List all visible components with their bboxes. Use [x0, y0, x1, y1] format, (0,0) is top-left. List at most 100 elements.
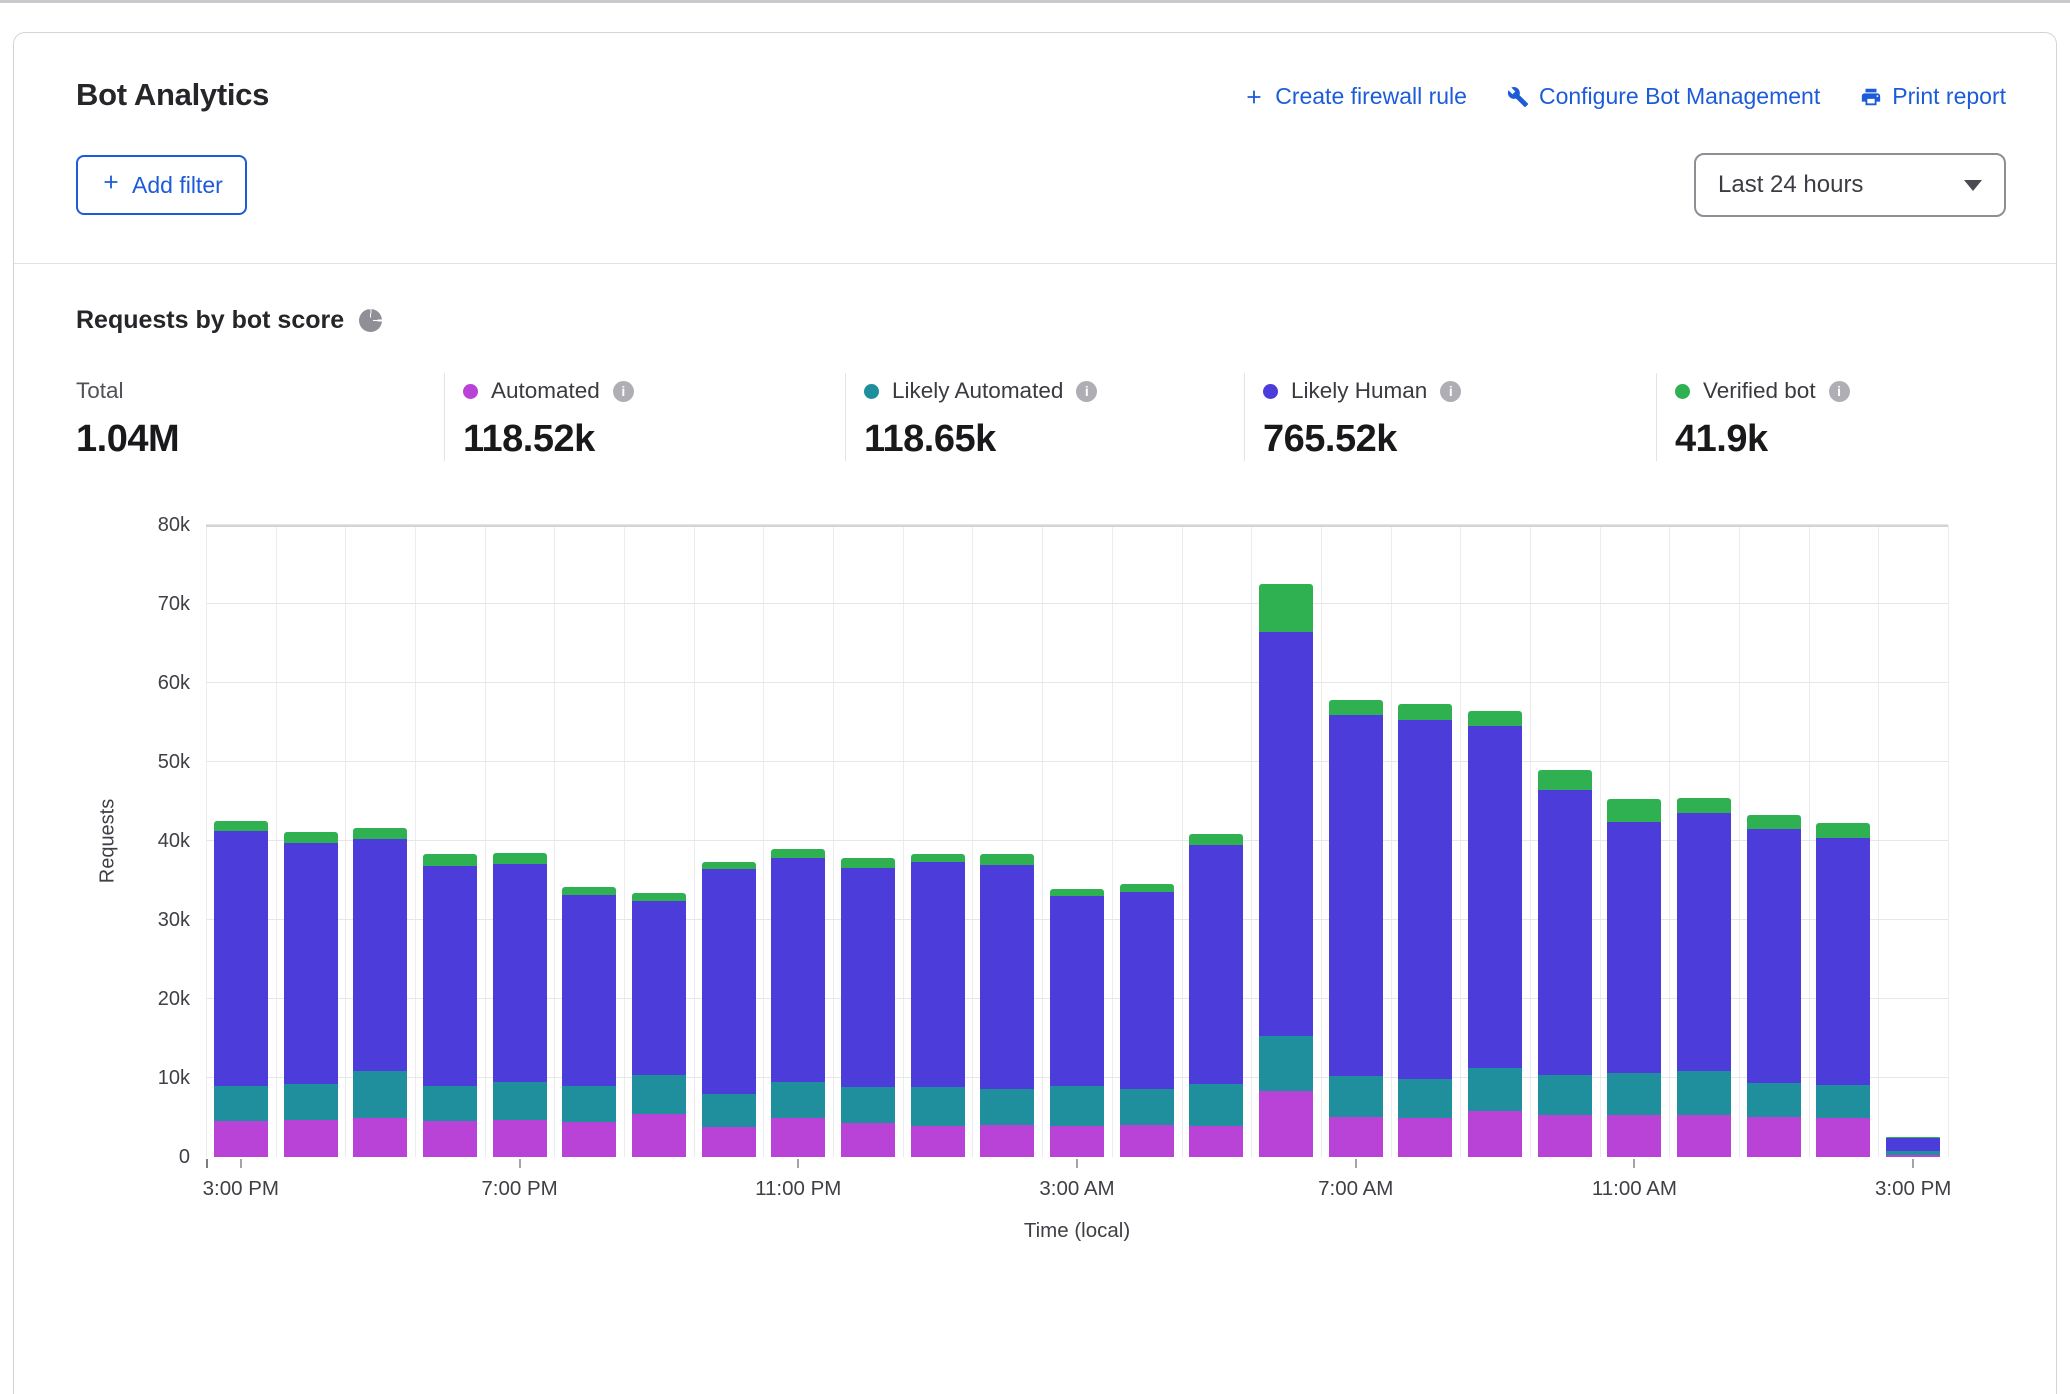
bar[interactable]: [1747, 815, 1801, 1157]
v-gridline: [1391, 525, 1392, 1157]
bar[interactable]: [1607, 799, 1661, 1157]
info-icon[interactable]: i: [613, 381, 634, 402]
bar-segment-automated: [1398, 1118, 1452, 1157]
x-tick: [1076, 1159, 1078, 1168]
bar-segment-automated: [493, 1120, 547, 1157]
v-gridline: [1530, 525, 1531, 1157]
bar[interactable]: [493, 853, 547, 1157]
bar-segment-verified-bot: [1398, 704, 1452, 721]
section-title: Requests by bot score: [76, 306, 1994, 335]
bar[interactable]: [1886, 1137, 1940, 1157]
action-label: Print report: [1892, 83, 2006, 110]
stat-label: Automated: [491, 378, 600, 404]
bar-segment-likely-automated: [1816, 1085, 1870, 1118]
bar-segment-likely-automated: [1468, 1068, 1522, 1111]
v-gridline: [1182, 525, 1183, 1157]
bar[interactable]: [1816, 823, 1870, 1157]
y-axis: 010k20k30k40k50k60k70k80k: [76, 525, 206, 1157]
bar-segment-likely-automated: [911, 1087, 965, 1127]
bar[interactable]: [1259, 584, 1313, 1157]
bar-segment-likely-automated: [562, 1086, 616, 1122]
bar-segment-verified-bot: [562, 887, 616, 895]
bar-segment-likely-human: [423, 866, 477, 1086]
v-gridline: [1460, 525, 1461, 1157]
bar-segment-automated: [1329, 1117, 1383, 1157]
x-tick-label: 7:00 PM: [481, 1177, 557, 1201]
stat-label: Verified bot: [1703, 378, 1816, 404]
bar-segment-automated: [562, 1122, 616, 1157]
bar-segment-automated: [423, 1121, 477, 1157]
h-gridline: [206, 682, 1948, 683]
bar-segment-likely-human: [214, 831, 268, 1086]
bar[interactable]: [353, 828, 407, 1157]
y-tick-label: 30k: [158, 909, 190, 932]
bar[interactable]: [1329, 700, 1383, 1157]
bar-segment-likely-human: [911, 862, 965, 1086]
requests-by-bot-score-section: Requests by bot score Total 1.04M Automa…: [14, 264, 2056, 1243]
bar[interactable]: [1189, 834, 1243, 1157]
bar-segment-likely-automated: [1398, 1079, 1452, 1119]
bar[interactable]: [1468, 711, 1522, 1157]
bar[interactable]: [1677, 798, 1731, 1157]
bar[interactable]: [562, 887, 616, 1157]
x-tick-label: 11:00 AM: [1592, 1177, 1677, 1201]
bar-segment-likely-human: [1607, 822, 1661, 1073]
print-report-link[interactable]: Print report: [1860, 83, 2006, 110]
pie-chart-icon: [359, 309, 382, 332]
bar-segment-likely-human: [1677, 813, 1731, 1071]
bar[interactable]: [980, 854, 1034, 1157]
bar[interactable]: [911, 854, 965, 1157]
add-filter-button[interactable]: Add filter: [76, 155, 247, 215]
stat-likely-automated: Likely Automated i 118.65k: [846, 373, 1244, 461]
bar-segment-likely-human: [1120, 892, 1174, 1090]
bar[interactable]: [1398, 704, 1452, 1157]
bar-segment-verified-bot: [353, 828, 407, 840]
bar-segment-verified-bot: [702, 862, 756, 870]
bar-segment-likely-automated: [771, 1082, 825, 1118]
x-tick: [797, 1159, 799, 1168]
stat-label: Total: [76, 378, 124, 404]
bar-segment-likely-automated: [284, 1084, 338, 1120]
bar-segment-automated: [632, 1114, 686, 1157]
info-icon[interactable]: i: [1829, 381, 1850, 402]
stat-value: 1.04M: [76, 418, 444, 461]
info-icon[interactable]: i: [1440, 381, 1461, 402]
bar-segment-likely-human: [1259, 632, 1313, 1036]
section-title-text: Requests by bot score: [76, 306, 344, 335]
bar[interactable]: [771, 849, 825, 1157]
bar-segment-automated: [1607, 1115, 1661, 1157]
time-range-select[interactable]: Last 24 hours: [1694, 153, 2006, 217]
bar-segment-verified-bot: [980, 854, 1034, 864]
bar-segment-automated: [911, 1126, 965, 1157]
info-icon[interactable]: i: [1076, 381, 1097, 402]
bar[interactable]: [423, 854, 477, 1157]
bar[interactable]: [632, 893, 686, 1157]
v-gridline: [972, 525, 973, 1157]
bar[interactable]: [1050, 889, 1104, 1157]
bar-segment-automated: [1677, 1115, 1731, 1157]
x-axis: 3:00 PM7:00 PM11:00 PM3:00 AM7:00 AM11:0…: [206, 1157, 1948, 1207]
bar-segment-verified-bot: [284, 832, 338, 844]
create-firewall-rule-link[interactable]: Create firewall rule: [1243, 83, 1467, 110]
bar-segment-likely-automated: [1329, 1076, 1383, 1117]
bar[interactable]: [1538, 770, 1592, 1157]
bar-segment-likely-human: [562, 895, 616, 1086]
configure-bot-management-link[interactable]: Configure Bot Management: [1507, 83, 1820, 110]
plus-icon: [100, 171, 122, 199]
bar-segment-likely-human: [702, 869, 756, 1093]
v-gridline: [903, 525, 904, 1157]
page-title: Bot Analytics: [76, 77, 269, 113]
bar-segment-verified-bot: [1816, 823, 1870, 838]
bar-segment-verified-bot: [1259, 584, 1313, 631]
x-tick: [240, 1159, 242, 1168]
bar[interactable]: [702, 862, 756, 1157]
bar-segment-verified-bot: [1607, 799, 1661, 822]
h-gridline: [206, 603, 1948, 604]
stat-automated: Automated i 118.52k: [445, 373, 845, 461]
bar[interactable]: [1120, 884, 1174, 1157]
bar[interactable]: [841, 858, 895, 1157]
bar-segment-verified-bot: [632, 893, 686, 901]
legend-dot-automated: [463, 384, 478, 399]
bar[interactable]: [214, 821, 268, 1158]
bar[interactable]: [284, 832, 338, 1157]
